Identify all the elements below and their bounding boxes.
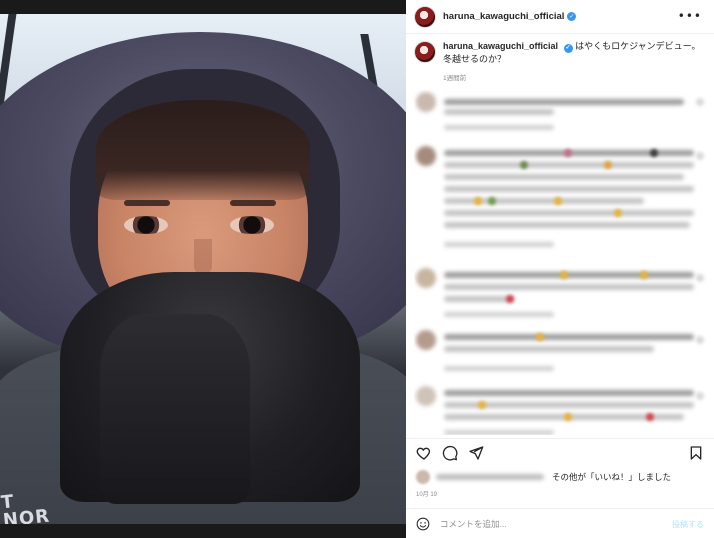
comment-blurred-text xyxy=(444,346,654,352)
comment-emoji xyxy=(650,149,658,157)
likes-text[interactable]: その他が「いいね！」しました xyxy=(552,471,671,483)
avatar xyxy=(416,268,436,288)
comment-like-icon[interactable] xyxy=(696,392,704,400)
comment-like-icon[interactable] xyxy=(696,152,704,160)
comment-blurred-text xyxy=(444,174,684,180)
comment-blurred-meta xyxy=(444,430,554,435)
avatar xyxy=(416,330,436,350)
list-item xyxy=(414,146,708,262)
photo-hair xyxy=(96,100,310,200)
comment-blurred-text xyxy=(444,222,690,228)
avatar[interactable] xyxy=(414,41,436,63)
comment-bubble-icon[interactable] xyxy=(442,445,458,461)
comment-blurred-text xyxy=(444,390,694,396)
avatar xyxy=(416,92,436,112)
post-actions xyxy=(406,438,714,466)
comment-like-icon[interactable] xyxy=(696,274,704,282)
avatar[interactable] xyxy=(416,470,430,484)
comment-emoji xyxy=(520,161,528,169)
comment-emoji xyxy=(536,333,544,341)
jacket-print-line: NOR xyxy=(1,505,52,524)
paper-plane-icon[interactable] xyxy=(468,445,484,461)
list-item xyxy=(414,330,708,380)
comment-emoji xyxy=(640,271,648,279)
comment-blurred-text xyxy=(444,109,554,115)
avatar[interactable] xyxy=(414,5,436,28)
post-caption: haruna_kawaguchi_official ✓ はやくもロケジャンデビュ… xyxy=(414,40,710,82)
comment-emoji xyxy=(506,295,514,303)
comment-blurred-meta xyxy=(444,125,554,130)
comment-blurred-text xyxy=(444,162,694,168)
comment-emoji xyxy=(604,161,612,169)
verified-badge-icon: ✓ xyxy=(563,44,573,53)
comment-blurred-text xyxy=(444,284,694,290)
post-side-panel: haruna_kawaguchi_official ✓ ••• haruna_k… xyxy=(406,0,714,538)
post-header: haruna_kawaguchi_official ✓ ••• xyxy=(406,0,714,34)
caption-username[interactable]: haruna_kawaguchi_official xyxy=(443,41,558,51)
list-item xyxy=(414,268,708,324)
verified-badge-icon: ✓ xyxy=(567,12,577,21)
caption-body: haruna_kawaguchi_official ✓ はやくもロケジャンデビュ… xyxy=(443,40,705,82)
likes-blurred-name xyxy=(436,474,544,480)
comment-emoji xyxy=(646,413,654,421)
heart-icon[interactable] xyxy=(416,445,432,461)
comment-emoji xyxy=(564,413,572,421)
list-item xyxy=(414,92,708,138)
photo-nose xyxy=(194,239,212,275)
comment-composer: 投稿する xyxy=(406,508,714,538)
comment-emoji xyxy=(564,149,572,157)
jacket-logo-print: T NOR xyxy=(0,490,51,524)
post-media-pane: T NOR xyxy=(0,0,406,538)
photo-collar-fold xyxy=(100,314,250,504)
comments-list xyxy=(414,90,708,435)
photo-eye xyxy=(124,216,168,234)
comment-blurred-text xyxy=(444,296,514,302)
bookmark-icon[interactable] xyxy=(688,445,704,461)
photo-brow xyxy=(124,200,170,206)
comment-blurred-text xyxy=(444,272,694,278)
comment-like-icon[interactable] xyxy=(696,98,704,106)
header-username[interactable]: haruna_kawaguchi_official xyxy=(443,11,564,22)
comment-emoji xyxy=(560,271,568,279)
caption-timestamp: 1週間前 xyxy=(443,75,467,82)
comment-emoji xyxy=(488,197,496,205)
comment-emoji xyxy=(474,197,482,205)
comment-blurred-text xyxy=(444,210,694,216)
more-options-icon[interactable]: ••• xyxy=(678,9,702,23)
caption-text: haruna_kawaguchi_official ✓ はやくもロケジャンデビュ… xyxy=(443,40,705,66)
likes-summary: その他が「いいね！」しました xyxy=(416,469,706,485)
smile-icon[interactable] xyxy=(416,517,430,531)
avatar xyxy=(416,146,436,166)
comment-blurred-text xyxy=(444,99,684,105)
list-item xyxy=(414,386,708,435)
post-comment-button[interactable]: 投稿する xyxy=(672,519,704,530)
comment-blurred-meta xyxy=(444,242,554,247)
comment-emoji xyxy=(554,197,562,205)
comment-like-icon[interactable] xyxy=(696,336,704,344)
post-date: 10月 19 xyxy=(416,492,438,498)
comment-blurred-text xyxy=(444,334,694,340)
comment-emoji xyxy=(478,401,486,409)
comment-blurred-meta xyxy=(444,366,554,371)
comment-blurred-text xyxy=(444,186,694,192)
avatar xyxy=(416,386,436,406)
comment-emoji xyxy=(614,209,622,217)
comment-blurred-meta xyxy=(444,312,554,317)
comment-input[interactable] xyxy=(440,518,660,529)
post-photo[interactable]: T NOR xyxy=(0,14,406,524)
photo-eye xyxy=(230,216,274,234)
photo-brow xyxy=(230,200,276,206)
